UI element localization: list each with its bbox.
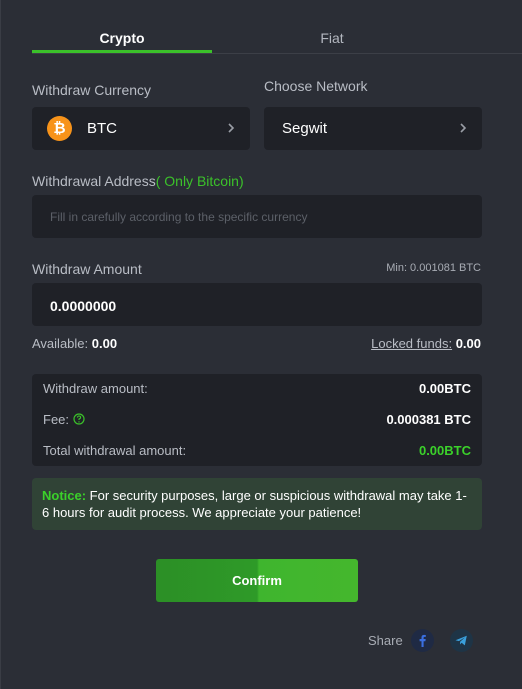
fee-label: Fee: [43,412,85,427]
total-withdrawal-label: Total withdrawal amount: [43,443,187,458]
amount-input[interactable]: 0.0000000 [32,283,482,326]
available-value: 0.00 [91,336,118,351]
currency-select[interactable]: ₿ BTC [32,107,250,150]
available-balance: Available: 0.00 [32,336,117,351]
available-label: Available: [32,336,89,351]
chevron-right-icon [228,123,235,133]
locked-funds: Locked funds: 0.00 [371,336,481,351]
tab-bar: Crypto Fiat [32,26,522,54]
address-input[interactable]: Fill in carefully according to the speci… [32,195,482,238]
tab-crypto[interactable]: Crypto [32,26,212,53]
amount-value: 0.0000000 [50,298,117,314]
locked-value: 0.00 [455,336,481,351]
facebook-icon[interactable] [411,629,434,652]
security-notice: Notice: For security purposes, large or … [32,478,482,530]
fee-value: 0.000381 BTC [386,412,471,427]
fee-label-text: Fee: [43,412,70,427]
withdrawal-address-label-text: Withdrawal Address [32,173,156,189]
currency-value: BTC [87,120,117,137]
tab-fiat[interactable]: Fiat [242,26,422,53]
only-bitcoin-note: ( Only Bitcoin) [155,173,244,189]
withdraw-amount-row-value: 0.00BTC [418,381,471,396]
network-select[interactable]: Segwit [264,107,482,150]
withdraw-panel: Crypto Fiat Withdraw Currency ₿ BTC Choo… [0,0,522,689]
help-icon[interactable] [73,413,85,425]
chevron-right-icon [460,123,467,133]
withdraw-currency-label: Withdraw Currency [32,82,152,98]
bitcoin-icon: ₿ [47,116,72,141]
withdrawal-address-label: Withdrawal Address( Only Bitcoin) [32,173,244,189]
notice-tag: Notice: [42,488,87,503]
network-value: Segwit [282,120,328,137]
telegram-icon[interactable] [450,629,473,652]
address-placeholder: Fill in carefully according to the speci… [50,210,308,224]
withdraw-summary: Withdraw amount: 0.00BTC Fee: 0.000381 B… [32,374,482,466]
notice-text: For security purposes, large or suspicio… [42,488,467,520]
min-amount: Min: 0.001081 BTC [386,262,481,274]
total-withdrawal-value: 0.00BTC [418,443,471,458]
locked-funds-link[interactable]: Locked funds: [371,336,452,351]
share-label: Share [368,633,403,648]
confirm-button[interactable]: Confirm [156,559,358,602]
withdraw-amount-label: Withdraw Amount [32,261,142,277]
withdraw-amount-row-label: Withdraw amount: [43,381,148,396]
choose-network-label: Choose Network [264,78,368,94]
